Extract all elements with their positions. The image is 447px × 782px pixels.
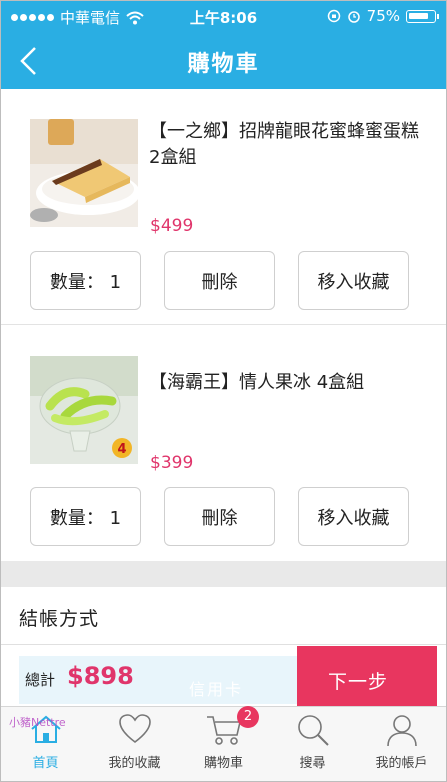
svg-text:4: 4	[117, 442, 126, 457]
product-price: $399	[150, 453, 194, 473]
cart-item: 【一之鄉】招牌龍眼花蜜蜂蜜蛋糕2盒組 $499 數量： 1 刪除 移入收藏	[1, 89, 446, 325]
quantity-selector[interactable]: 數量： 1	[30, 251, 141, 310]
tab-favorites[interactable]: 我的收藏	[90, 707, 179, 777]
product-name[interactable]: 【海霸王】情人果冰 4盒組	[149, 370, 428, 396]
status-bar: 中華電信 上午8:06 75%	[1, 1, 446, 33]
delete-button[interactable]: 刪除	[164, 251, 275, 310]
quantity-selector[interactable]: 數量： 1	[30, 487, 141, 546]
tab-search[interactable]: 搜尋	[268, 707, 357, 777]
heart-icon	[118, 714, 151, 744]
cart-count-badge: 2	[237, 706, 259, 728]
cart-item: 4 【海霸王】情人果冰 4盒組 $399 數量： 1 刪除 移入收藏	[1, 325, 446, 561]
total-box: 總計 $898 信用卡	[19, 656, 297, 704]
watermark: 小豬Nettre	[9, 716, 66, 729]
move-to-favorites-button[interactable]: 移入收藏	[298, 487, 409, 546]
tab-label: 首頁	[32, 756, 59, 771]
battery-percent: 75%	[366, 7, 400, 25]
tab-label: 搜尋	[299, 756, 326, 771]
divider	[1, 644, 446, 645]
tab-label: 購物車	[203, 756, 243, 771]
tab-account[interactable]: 我的帳戶	[357, 707, 446, 777]
product-image: 4	[30, 356, 138, 464]
product-price: $499	[150, 216, 194, 236]
payment-method-title: 結帳方式	[19, 608, 100, 630]
battery-icon	[406, 9, 439, 23]
rotation-lock-icon	[327, 9, 340, 23]
status-right: 75%	[327, 7, 439, 25]
delete-button[interactable]: 刪除	[164, 487, 275, 546]
nav-bar: 購物車	[1, 33, 446, 89]
product-name[interactable]: 【一之鄉】招牌龍眼花蜜蜂蜜蛋糕2盒組	[149, 119, 428, 171]
total-value: $898	[67, 662, 134, 690]
checkout-bar: 總計 $898 信用卡 下一步	[19, 656, 419, 704]
tab-label: 我的收藏	[108, 756, 161, 771]
section-divider	[1, 561, 446, 587]
search-icon	[297, 715, 329, 746]
tab-label: 我的帳戶	[375, 756, 428, 771]
move-to-favorites-button[interactable]: 移入收藏	[298, 251, 409, 310]
total-label: 總計	[25, 671, 56, 689]
user-icon	[386, 715, 417, 747]
payment-method-option[interactable]: 信用卡	[189, 676, 243, 700]
page-title: 購物車	[187, 52, 260, 77]
product-image	[30, 119, 138, 227]
next-step-button[interactable]: 下一步	[297, 656, 419, 704]
app-window: 中華電信 上午8:06 75% 購物車 【一之鄉】招牌龍眼花蜜蜂蜜蛋糕2盒組 $…	[0, 0, 447, 782]
alarm-icon	[347, 11, 360, 23]
